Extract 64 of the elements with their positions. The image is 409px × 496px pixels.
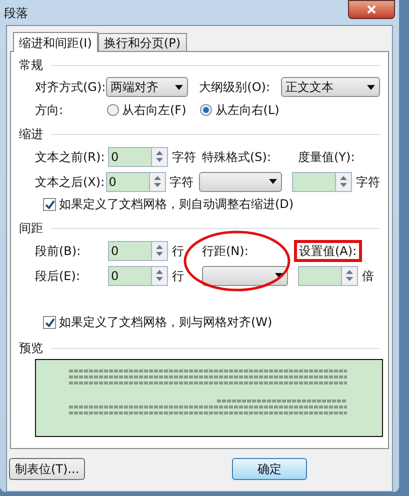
- field-label: 设置值(A):: [299, 242, 357, 260]
- section-heading: 常规: [19, 57, 43, 74]
- unit-label: 字符: [172, 150, 196, 164]
- unit-label: 行: [172, 268, 184, 282]
- number-field[interactable]: 0: [106, 172, 149, 192]
- up-down-arrows-icon: [346, 270, 353, 281]
- up-down-arrows-icon: [340, 176, 347, 187]
- spin-button[interactable]: [151, 240, 168, 260]
- radio-button[interactable]: [200, 104, 212, 116]
- field-label: 特殊格式(S):: [202, 150, 272, 164]
- checkmark-icon: [44, 200, 54, 208]
- checkbox[interactable]: [43, 198, 56, 210]
- spin-button[interactable]: [335, 172, 352, 192]
- checkbox-label: 如果定义了文档网格，则自动调整右缩进(D): [59, 196, 294, 213]
- caret-icon: [174, 84, 183, 90]
- unit-label: 字符: [170, 174, 194, 188]
- field-label: 文本之前(R):: [35, 150, 105, 164]
- field-label: 大纲级别(O):: [199, 80, 270, 94]
- close-icon: [367, 5, 376, 14]
- field-label: 度量值(Y):: [298, 150, 355, 164]
- caret-icon: [367, 84, 375, 90]
- unit-label: 行: [172, 244, 184, 258]
- caret-icon: [275, 273, 283, 278]
- dropdown[interactable]: 正文文本: [280, 77, 380, 97]
- section-heading: 预览: [19, 340, 43, 357]
- dropdown[interactable]: [198, 172, 282, 192]
- tabs-button[interactable]: 制表位(T)...: [9, 458, 86, 480]
- dropdown[interactable]: [202, 266, 288, 286]
- radio-label: 从左向右(L): [215, 102, 280, 119]
- field-label: 段后(E):: [35, 268, 80, 282]
- section-heading: 缩进: [19, 126, 43, 143]
- field-label: 方向:: [35, 103, 64, 117]
- field-label: 文本之后(X):: [35, 174, 105, 188]
- caret-icon: [269, 179, 278, 184]
- number-field[interactable]: 0: [108, 240, 151, 260]
- field-label: 对齐方式(G):: [35, 80, 106, 94]
- up-down-arrows-icon: [156, 270, 163, 281]
- up-down-arrows-icon: [154, 176, 161, 187]
- tab[interactable]: 缩进和间距(I): [13, 32, 98, 52]
- dropdown[interactable]: 两端对齐: [106, 77, 188, 97]
- ok-button[interactable]: 确定: [232, 458, 308, 480]
- spin-button[interactable]: [151, 146, 168, 166]
- checkmark-icon: [44, 318, 54, 326]
- number-field[interactable]: 0: [108, 266, 151, 286]
- number-field[interactable]: [298, 266, 341, 286]
- field-label: 行距(N):: [202, 244, 248, 258]
- radio-label: 从右向左(F): [122, 102, 186, 119]
- spin-button[interactable]: [341, 266, 358, 286]
- radio-button[interactable]: [107, 104, 119, 116]
- field-label: 段前(B):: [35, 244, 81, 258]
- up-down-arrows-icon: [156, 245, 163, 256]
- up-down-arrows-icon: [156, 151, 163, 162]
- unit-label: 倍: [362, 268, 374, 284]
- spin-button[interactable]: [148, 172, 166, 192]
- number-field[interactable]: [292, 172, 335, 192]
- close-button[interactable]: [348, 0, 395, 19]
- tab[interactable]: 换行和分页(P): [98, 33, 187, 51]
- unit-label: 字符: [356, 174, 380, 190]
- number-field[interactable]: 0: [108, 146, 151, 166]
- spin-button[interactable]: [151, 266, 168, 286]
- checkbox[interactable]: [43, 316, 56, 328]
- window-title: 段落: [4, 4, 28, 22]
- section-heading: 间距: [19, 220, 43, 237]
- checkbox-label: 如果定义了文档网格，则与网格对齐(W): [59, 314, 272, 331]
